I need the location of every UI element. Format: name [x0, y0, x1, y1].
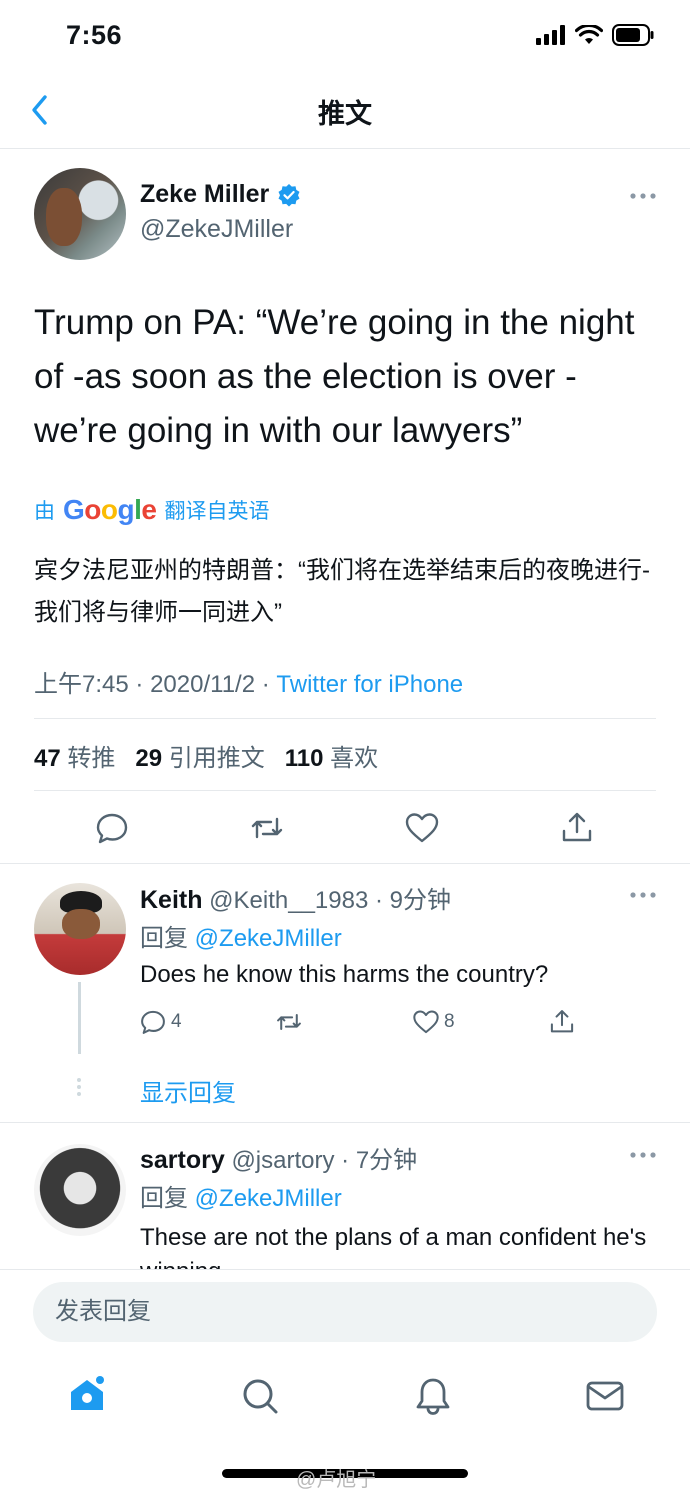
- more-options-icon[interactable]: [630, 891, 656, 899]
- reply-separator: ·: [375, 887, 383, 914]
- more-options-icon[interactable]: [630, 192, 656, 200]
- thread-line: [78, 982, 81, 1054]
- reply-share-button[interactable]: [548, 1008, 576, 1036]
- author-name-row[interactable]: Zeke Miller: [140, 180, 301, 209]
- reply-display-name: sartory: [140, 1146, 225, 1174]
- meta-divider: [34, 718, 656, 719]
- tweet-stats: 47 转推 29 引用推文 110 喜欢: [34, 738, 378, 773]
- meta-separator: ·: [135, 671, 144, 698]
- avatar-face: [46, 188, 82, 246]
- reply-icon[interactable]: [94, 810, 130, 846]
- replying-to-handle[interactable]: @ZekeJMiller: [195, 925, 342, 952]
- share-icon[interactable]: [559, 810, 595, 846]
- translation-attribution: 由 Google 翻译自英语: [34, 494, 269, 526]
- reply-retweet-button[interactable]: [274, 1008, 304, 1036]
- show-replies-link[interactable]: 显示回复: [140, 1073, 236, 1108]
- reply-header[interactable]: sartory @jsartory · 7分钟: [140, 1140, 417, 1175]
- tweet-source-link[interactable]: Twitter for iPhone: [276, 671, 463, 698]
- reply-time: 7分钟: [355, 1147, 418, 1174]
- author-handle[interactable]: @ZekeJMiller: [140, 215, 293, 244]
- retweets-count: 47: [34, 745, 61, 772]
- stats-divider: [34, 790, 656, 791]
- reply-divider: [0, 1122, 690, 1123]
- reply-display-name: Keith: [140, 886, 203, 914]
- reply-icon: [141, 1010, 165, 1034]
- likes-label: 喜欢: [330, 745, 379, 772]
- nav-title: 推文: [318, 99, 372, 129]
- reply-author-avatar[interactable]: [34, 883, 126, 975]
- like-icon[interactable]: [404, 810, 440, 846]
- google-logo: Google: [63, 494, 157, 525]
- likes-stat[interactable]: 110 喜欢: [285, 745, 378, 772]
- retweet-icon[interactable]: [249, 810, 285, 846]
- share-icon: [550, 1010, 574, 1033]
- reply-separator: ·: [341, 1147, 350, 1174]
- verified-badge-icon: [278, 183, 300, 206]
- replying-to-prefix: 回复: [140, 1185, 188, 1212]
- wifi-icon: [575, 25, 603, 44]
- quotes-label: 引用推文: [168, 745, 265, 772]
- reply-compose-input[interactable]: 发表回复: [33, 1282, 657, 1342]
- reply-reply-button[interactable]: 4: [139, 1008, 182, 1036]
- cellular-signal-icon: [536, 25, 565, 45]
- retweet-icon: [277, 1013, 301, 1031]
- reply-text: These are not the plans of a man confide…: [140, 1224, 647, 1269]
- search-icon[interactable]: [240, 1376, 280, 1416]
- reply-text: Does he know this harms the country?: [140, 961, 549, 988]
- more-options-icon[interactable]: [630, 1151, 656, 1159]
- reply-header[interactable]: Keith @Keith__1983 · 9分钟: [140, 880, 451, 915]
- replying-to-handle[interactable]: @ZekeJMiller: [195, 1185, 342, 1212]
- quotes-count: 29: [135, 745, 163, 772]
- thread-dots-icon: [77, 1078, 81, 1096]
- tweet-meta: 上午7:45 · 2020/11/2 · Twitter for iPhone: [34, 664, 463, 699]
- watermark: @卢旭宁: [296, 1469, 377, 1491]
- retweets-stat[interactable]: 47 转推: [34, 745, 115, 772]
- translated-text: 宾夕法尼亚州的特朗普：“我们将在选举结束后的夜晚进行-我们将与律师一同进入”: [34, 557, 650, 626]
- battery-icon: [612, 24, 654, 46]
- replying-to-prefix: 回复: [140, 925, 188, 952]
- likes-count: 110: [284, 745, 324, 772]
- reply-author-avatar[interactable]: [34, 1144, 126, 1236]
- replying-to: 回复 @ZekeJMiller: [140, 918, 342, 953]
- like-icon: [413, 1010, 439, 1034]
- reply-handle: @Keith__1983: [209, 887, 369, 914]
- translate-prefix: 由: [34, 500, 55, 523]
- notifications-bell-icon[interactable]: [413, 1376, 453, 1416]
- status-time: 7:56: [66, 20, 123, 50]
- author-avatar[interactable]: [34, 168, 126, 260]
- nav-divider: [0, 148, 690, 149]
- reply-count: 4: [171, 1011, 182, 1032]
- meta-separator: ·: [261, 671, 270, 698]
- avatar-face: [62, 909, 100, 939]
- like-count: 8: [444, 1011, 455, 1032]
- home-icon[interactable]: [67, 1374, 107, 1414]
- retweets-label: 转推: [67, 745, 116, 772]
- reply-time: 9分钟: [389, 887, 452, 914]
- reply-handle: @jsartory: [231, 1147, 335, 1174]
- status-icons: [536, 24, 654, 46]
- translate-suffix: 翻译自英语: [164, 500, 270, 523]
- author-display-name: Zeke Miller: [140, 180, 270, 208]
- messages-mail-icon[interactable]: [585, 1376, 625, 1416]
- tweet-date: 2020/11/2: [150, 671, 256, 698]
- tweet-text: Trump on PA: “We’re going in the night o…: [34, 303, 635, 450]
- actions-divider: [0, 863, 690, 864]
- tweet-time: 上午7:45: [34, 671, 129, 698]
- quotes-stat[interactable]: 29 引用推文: [135, 745, 264, 772]
- reply-like-button[interactable]: 8: [412, 1008, 455, 1036]
- replying-to: 回复 @ZekeJMiller: [140, 1178, 342, 1213]
- reply-text-clip: These are not the plans of a man confide…: [140, 1221, 670, 1269]
